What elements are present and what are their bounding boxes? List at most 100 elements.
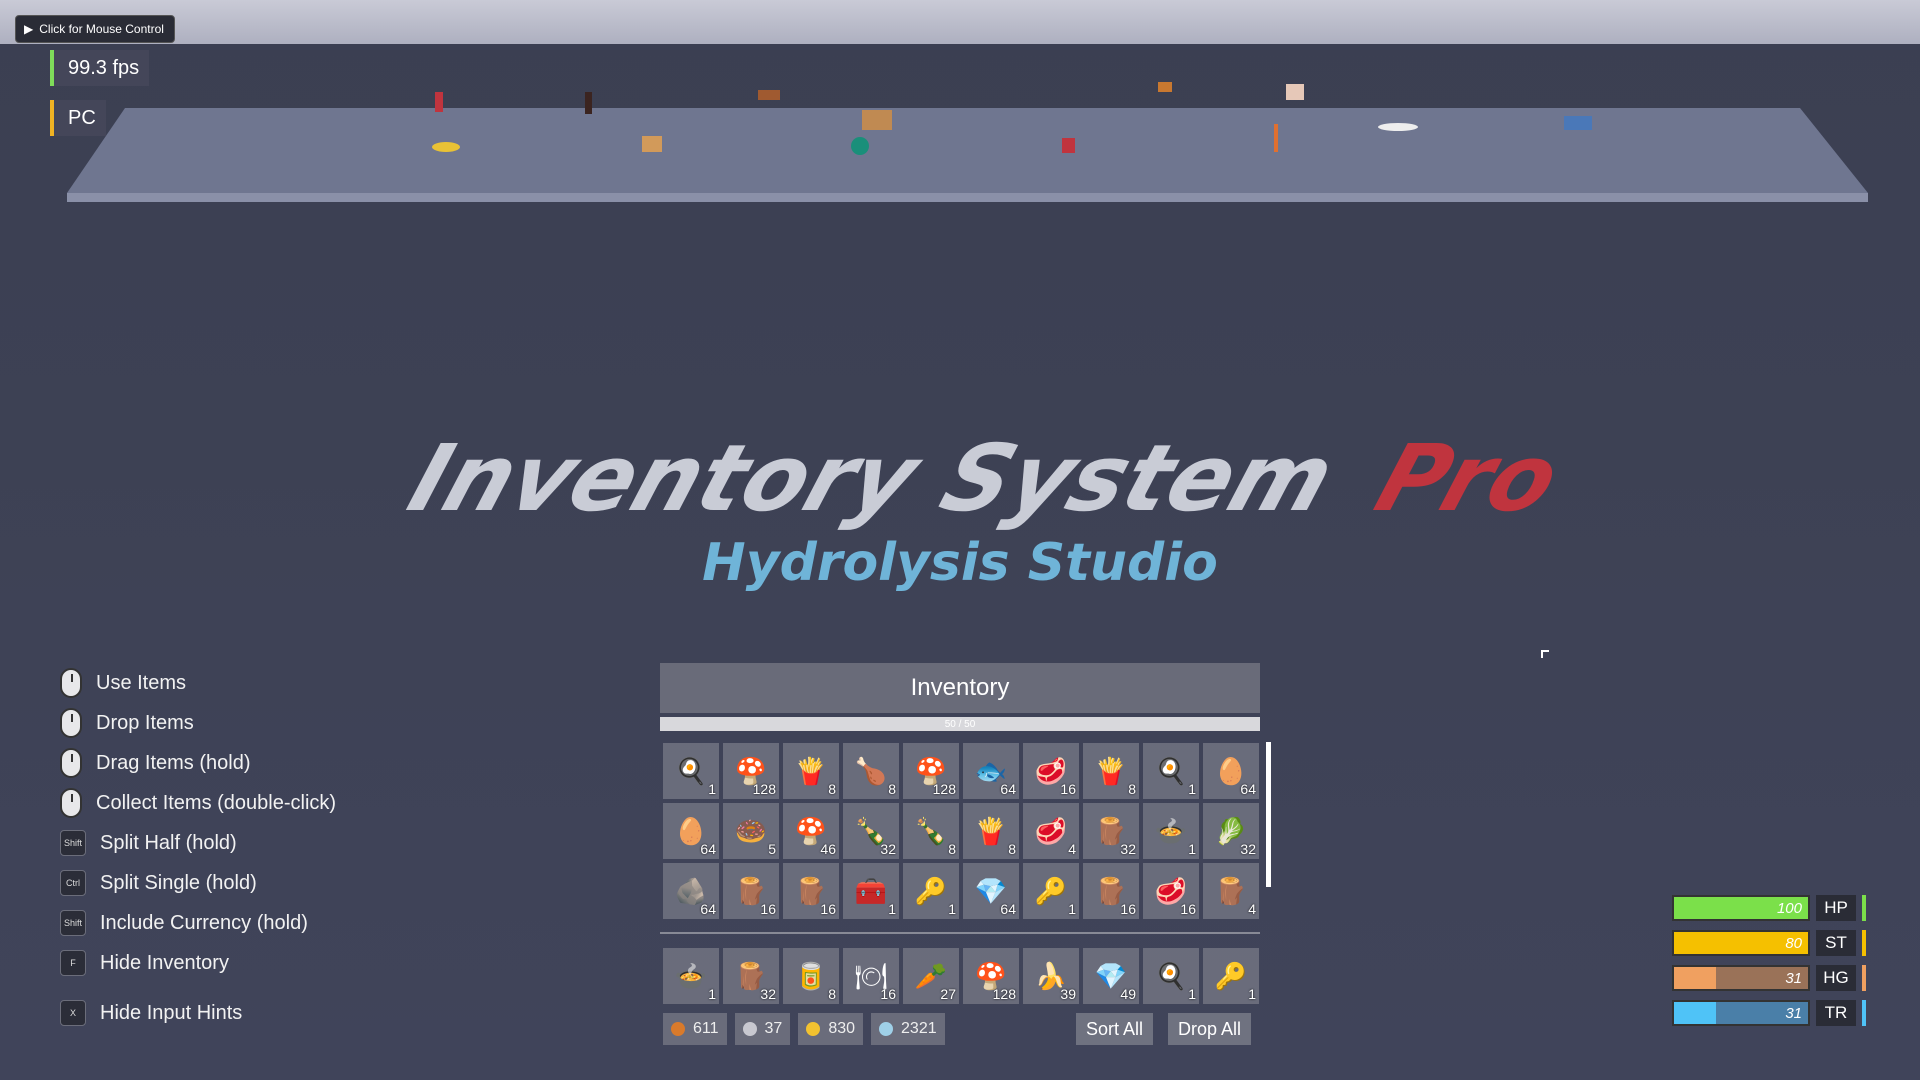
can-icon: 🥫	[794, 960, 828, 991]
vital-value: 31	[1785, 1005, 1802, 1022]
pan-icon: 🍳	[1154, 960, 1188, 991]
carrot-prop	[1274, 124, 1278, 152]
fps-counter: 99.3 fps	[50, 50, 150, 86]
inventory-slot[interactable]: 🍟 8	[783, 743, 839, 799]
inventory-slot[interactable]: 🍄 46	[783, 803, 839, 859]
mouse-icon	[60, 748, 82, 778]
slot-count: 128	[932, 781, 956, 797]
inventory-slot[interactable]: 🧰 1	[843, 863, 899, 919]
vital-fill	[1674, 1002, 1716, 1024]
slot-count: 64	[1000, 781, 1016, 797]
vital-hp: 100 HP	[1672, 895, 1866, 921]
plate-prop	[1378, 123, 1418, 131]
inventory-slot[interactable]: 🪵 16	[783, 863, 839, 919]
svg-text:Inventory System Pro: Inventory System Pro	[397, 430, 1572, 532]
hint-row: Collect Items (double-click)	[60, 783, 336, 823]
inventory-slot[interactable]: 🥩 16	[1143, 863, 1199, 919]
pot-icon: 🍲	[1154, 815, 1188, 846]
hint-label: Hide Inventory	[100, 951, 229, 974]
hint-row: X Hide Input Hints	[60, 993, 336, 1033]
inventory-slot[interactable]: 🔑 1	[903, 863, 959, 919]
plank-icon: 🪵	[1214, 875, 1248, 906]
inventory-slot[interactable]: 🍄 128	[963, 948, 1019, 1004]
inventory-slot[interactable]: 🍩 5	[723, 803, 779, 859]
slot-count: 5	[768, 841, 776, 857]
inventory-slot[interactable]: 🍾 32	[843, 803, 899, 859]
currency-value: 2321	[901, 1020, 937, 1037]
mouse-icon	[60, 788, 82, 818]
vital-tr: 31 TR	[1672, 1000, 1866, 1026]
vital-tick	[1862, 930, 1866, 956]
inventory-slot[interactable]: 🐟 64	[963, 743, 1019, 799]
inventory-slot[interactable]: 🥬 32	[1203, 803, 1259, 859]
hint-label: Use Items	[96, 671, 187, 694]
inventory-slot[interactable]: 🍄 128	[723, 743, 779, 799]
key-icon: Ctrl	[60, 870, 86, 896]
inventory-slot[interactable]: 💎 64	[963, 863, 1019, 919]
vital-track: 31	[1672, 965, 1810, 991]
inventory-slot[interactable]: 🍳 1	[1143, 743, 1199, 799]
inventory-slot[interactable]: 🪵 32	[723, 948, 779, 1004]
inventory-slot[interactable]: 🍟 8	[963, 803, 1019, 859]
currency-value: 37	[764, 1020, 783, 1037]
silver-coin-icon	[742, 1022, 757, 1036]
inventory-slot[interactable]: 🪵 16	[1083, 863, 1139, 919]
slot-count: 16	[1060, 781, 1076, 797]
cursor-icon	[1541, 650, 1549, 658]
inventory-slot[interactable]: 🪵 16	[723, 863, 779, 919]
mouse-control-button[interactable]: ▶ Click for Mouse Control	[15, 15, 175, 43]
banana-prop	[432, 142, 460, 152]
currency-box: 830	[798, 1013, 864, 1045]
vital-fill	[1674, 967, 1716, 989]
title-subtitle: Hydrolysis Studio	[702, 533, 1218, 593]
hint-label: Split Half (hold)	[100, 831, 237, 854]
inventory-slot[interactable]: 🪵 32	[1083, 803, 1139, 859]
currency-box: 2321	[871, 1013, 945, 1045]
vital-track: 80	[1672, 930, 1810, 956]
inventory-scrollbar[interactable]	[1266, 742, 1271, 887]
game-title: Inventory System Pro Hydrolysis Studio	[397, 430, 1572, 593]
inventory-slot[interactable]: 🍽 16	[843, 948, 899, 1004]
title-main: Inventory System	[397, 430, 1347, 532]
slot-count: 1	[708, 781, 716, 797]
inventory-slot[interactable]: 🍌 39	[1023, 948, 1079, 1004]
mouse-control-label: Click for Mouse Control	[39, 22, 164, 36]
inventory-slot[interactable]: 🍾 8	[903, 803, 959, 859]
inventory-slot[interactable]: 🥩 4	[1023, 803, 1079, 859]
sort-all-button[interactable]: Sort All	[1076, 1013, 1154, 1045]
inventory-slot[interactable]: 🥚 64	[1203, 743, 1259, 799]
inventory-slot[interactable]: 🥚 64	[663, 803, 719, 859]
inventory-slot[interactable]: 🥩 16	[1023, 743, 1079, 799]
fps-label: 99.3 fps	[68, 56, 140, 79]
inventory-slot[interactable]: 🔑 1	[1023, 863, 1079, 919]
inventory-slot[interactable]: 🍳 1	[663, 743, 719, 799]
inventory-slot[interactable]: 🍗 8	[843, 743, 899, 799]
vital-label: HP	[1816, 895, 1856, 921]
donut-icon: 🍩	[734, 815, 768, 846]
inventory-slot[interactable]: 🪵 4	[1203, 863, 1259, 919]
vital-label: HG	[1816, 965, 1856, 991]
slot-count: 1	[1188, 781, 1196, 797]
hotbar-divider	[660, 932, 1260, 934]
drop-all-button[interactable]: Drop All	[1168, 1013, 1252, 1045]
inventory-slot[interactable]: 🍲 1	[663, 948, 719, 1004]
gold-coin-icon	[806, 1022, 821, 1036]
inventory-slot[interactable]: 🔑 1	[1203, 948, 1259, 1004]
inventory-slot[interactable]: 🍄 128	[903, 743, 959, 799]
hint-row: F Hide Inventory	[60, 943, 336, 983]
play-icon: ▶	[24, 22, 34, 36]
inventory-slot[interactable]: 🪨 64	[663, 863, 719, 919]
bottle-prop	[435, 92, 443, 112]
inventory-slot[interactable]: 💎 49	[1083, 948, 1139, 1004]
fps-accent	[50, 50, 54, 86]
fries-icon: 🍟	[1094, 755, 1128, 786]
inventory-slot[interactable]: 🥫 8	[783, 948, 839, 1004]
hint-row: Drop Items	[60, 703, 336, 743]
slot-count: 1	[1188, 986, 1196, 1002]
steak-prop	[1286, 84, 1304, 100]
slot-count: 1	[1248, 986, 1256, 1002]
inventory-slot[interactable]: 🍟 8	[1083, 743, 1139, 799]
inventory-slot[interactable]: 🥕 27	[903, 948, 959, 1004]
inventory-slot[interactable]: 🍲 1	[1143, 803, 1199, 859]
inventory-slot[interactable]: 🍳 1	[1143, 948, 1199, 1004]
